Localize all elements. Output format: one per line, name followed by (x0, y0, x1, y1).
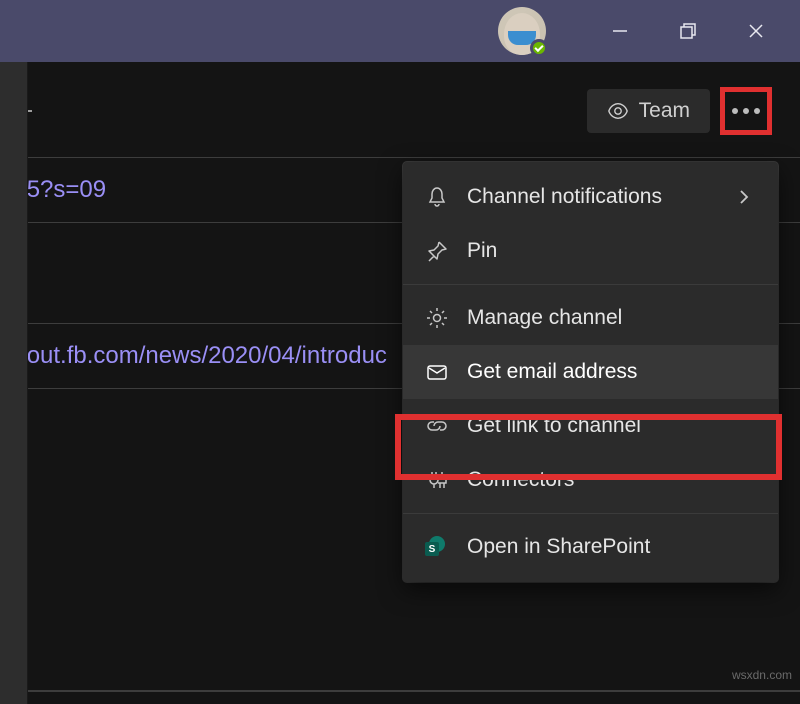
titlebar (0, 0, 800, 62)
more-options-button[interactable] (720, 87, 772, 135)
channel-options-menu: Channel notifications Pin Manage channel… (403, 162, 778, 582)
menu-open-sharepoint[interactable]: Open in SharePoint (403, 520, 778, 574)
eye-icon (607, 100, 629, 122)
menu-label: Connectors (467, 468, 574, 492)
pin-icon (425, 239, 449, 263)
menu-label: Get link to channel (467, 414, 641, 438)
message-link-2[interactable]: about.fb.com/news/2020/04/introduc (0, 342, 387, 369)
menu-manage-channel[interactable]: Manage channel (403, 291, 778, 345)
channel-toolbar: Team (0, 62, 800, 157)
minimize-button[interactable] (586, 0, 654, 62)
menu-pin[interactable]: Pin (403, 224, 778, 278)
sharepoint-icon (425, 535, 449, 559)
bell-icon (425, 185, 449, 209)
menu-get-link[interactable]: Get link to channel (403, 399, 778, 453)
watermark: wsxdn.com (732, 668, 792, 682)
maximize-button[interactable] (654, 0, 722, 62)
ellipsis-icon (732, 108, 760, 114)
menu-label: Get email address (467, 360, 637, 384)
menu-label: Pin (467, 239, 497, 263)
user-avatar[interactable] (498, 7, 546, 55)
menu-channel-notifications[interactable]: Channel notifications (403, 170, 778, 224)
mail-icon (425, 360, 449, 384)
close-icon (747, 22, 765, 40)
team-visibility-button[interactable]: Team (587, 89, 710, 133)
main-area: Team 345?s=09 about.fb.com/news/2020/04/… (0, 62, 800, 704)
minimize-icon (611, 22, 629, 40)
menu-divider (403, 513, 778, 514)
chevron-right-icon (732, 185, 756, 209)
menu-connectors[interactable]: Connectors (403, 453, 778, 507)
maximize-icon (679, 22, 697, 40)
menu-label: Channel notifications (467, 185, 662, 209)
divider (0, 690, 800, 692)
close-button[interactable] (722, 0, 790, 62)
menu-label: Manage channel (467, 306, 622, 330)
left-rail (0, 62, 28, 704)
connectors-icon (425, 468, 449, 492)
menu-divider (403, 284, 778, 285)
menu-label: Open in SharePoint (467, 535, 650, 559)
menu-get-email-address[interactable]: Get email address (403, 345, 778, 399)
team-label: Team (639, 99, 690, 123)
presence-available-icon (530, 39, 548, 57)
gear-icon (425, 306, 449, 330)
link-icon (425, 414, 449, 438)
